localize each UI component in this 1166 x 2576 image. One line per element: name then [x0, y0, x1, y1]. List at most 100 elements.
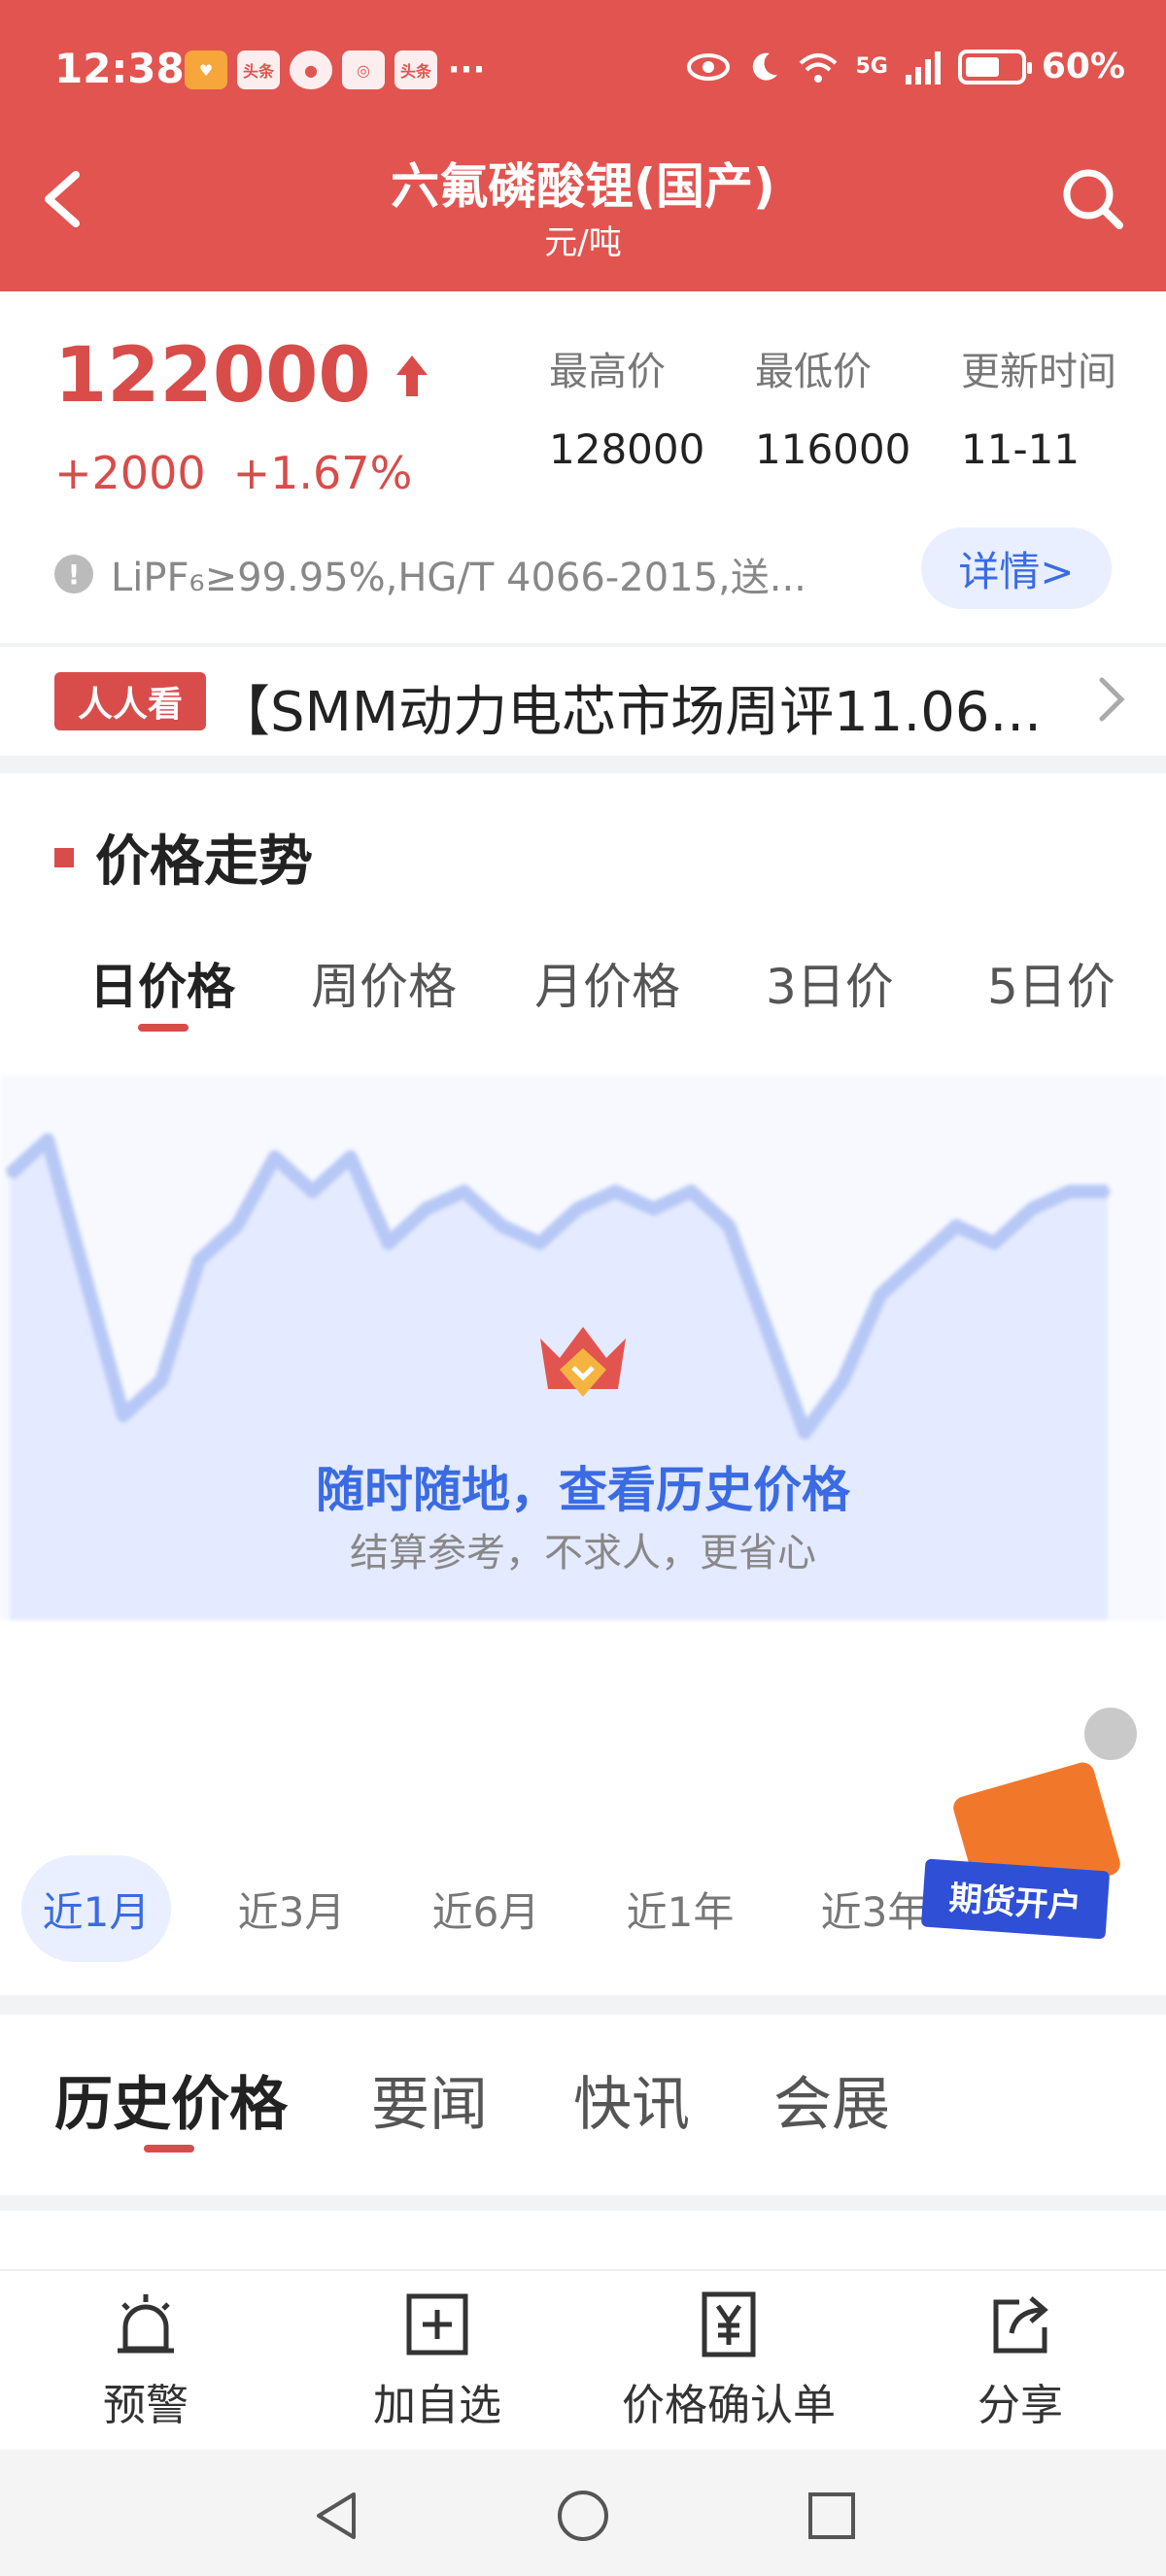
bottom-action-bar: 预警 加自选 价格确认单 分享	[0, 2269, 1166, 2450]
stat-label: 最低价	[755, 350, 872, 394]
crown-logo-icon	[540, 1327, 626, 1397]
alert-button[interactable]: 预警	[29, 2288, 262, 2432]
share-button[interactable]: 分享	[904, 2288, 1137, 2432]
battery-icon	[957, 49, 1032, 85]
search-icon[interactable]	[1057, 163, 1127, 233]
overlay-headline[interactable]: 随时随地，查看历史价格	[0, 1451, 1166, 1521]
chart-point	[688, 1188, 695, 1195]
spec-line: ! LiPF₆≥99.95%,HG/T 4066-2015,送...	[54, 546, 806, 602]
yen-document-icon	[702, 2291, 756, 2357]
tab-history-price[interactable]: 历史价格	[54, 2057, 288, 2142]
add-box-icon	[406, 2293, 468, 2356]
chart-point	[233, 1223, 240, 1230]
overlay-subtitle: 结算参考，不求人，更省心	[350, 1531, 816, 1576]
chart-point	[1067, 1188, 1074, 1195]
wifi-icon	[800, 52, 838, 83]
price-panel: 122000 +2000 +1.67% 最高价 128000 最低价 11600…	[0, 291, 1166, 643]
price-confirmation-button[interactable]: 价格确认单	[612, 2288, 845, 2432]
range-1-month[interactable]: 近1月	[21, 1855, 171, 1962]
chart-point	[423, 1205, 429, 1212]
news-headline[interactable]: 【SMM动力电芯市场周评11.06...	[216, 668, 1042, 747]
tab-5day-price[interactable]: 5日价	[987, 948, 1115, 1018]
tab-3day-price[interactable]: 3日价	[766, 948, 894, 1018]
stat-value: 11-11	[961, 425, 1080, 473]
signal-icon	[905, 51, 941, 85]
chart-point	[309, 1188, 316, 1195]
stat-label: 最高价	[549, 350, 666, 394]
chart-point	[915, 1257, 922, 1264]
chart-point	[650, 1205, 657, 1212]
news-strip[interactable]: 人人看 【SMM动力电芯市场周评11.06...	[0, 647, 1166, 756]
chart-point	[764, 1326, 771, 1333]
chart-point	[840, 1377, 846, 1384]
title-marker	[54, 847, 74, 867]
price-confirmation-label: 价格确认单	[622, 2381, 836, 2430]
nav-home-icon[interactable]	[556, 2489, 610, 2543]
add-favorite-button[interactable]: 加自选	[321, 2288, 554, 2432]
status-bar: 12:38 ♥ 头条 ● ◎ 头条 ··· 5G 60%	[0, 39, 1166, 107]
range-1-year[interactable]: 近1年	[602, 1855, 758, 1962]
price-stats: 最高价 128000 最低价 116000 更新时间 11-11	[549, 340, 1166, 473]
notification-icons: ♥ 头条 ● ◎ 头条 ···	[185, 51, 486, 89]
chevron-right-icon[interactable]	[1092, 672, 1131, 727]
share-label: 分享	[977, 2381, 1063, 2430]
close-icon[interactable]	[1084, 1708, 1137, 1760]
price-change: +2000 +1.67%	[54, 447, 412, 499]
change-percent: +1.67%	[232, 447, 413, 499]
news-tag: 人人看	[54, 672, 206, 730]
moon-icon	[753, 52, 778, 81]
nav-recents-icon[interactable]	[805, 2489, 859, 2543]
chart-point	[991, 1239, 998, 1246]
stat-update-time: 更新时间 11-11	[961, 340, 1166, 473]
chart-point	[1029, 1205, 1036, 1212]
section-title: 价格走势	[54, 818, 313, 897]
share-icon	[993, 2296, 1048, 2354]
chart-point	[44, 1136, 51, 1143]
chart-point	[726, 1223, 733, 1230]
stat-high: 最高价 128000	[549, 340, 755, 473]
alert-label: 预警	[103, 2381, 189, 2430]
arrow-up-icon	[395, 356, 428, 396]
chart-point	[498, 1223, 505, 1230]
alarm-icon	[118, 2294, 174, 2354]
chart-point	[82, 1274, 88, 1281]
history-tabs-section: 历史价格 要闻 快讯 会展	[0, 2015, 1166, 2195]
range-6-months[interactable]: 近6月	[408, 1855, 564, 1962]
chart-point	[612, 1188, 619, 1195]
status-time: 12:38	[54, 45, 185, 92]
tab-daily-price[interactable]: 日价格	[89, 948, 235, 1018]
chart-point	[802, 1429, 808, 1436]
section-title-text: 价格走势	[95, 830, 313, 894]
page-title: 六氟磷酸锂(国产)	[391, 158, 775, 215]
stat-low: 最低价 116000	[755, 340, 961, 473]
detail-button[interactable]: 详情>	[921, 527, 1112, 609]
add-favorite-label: 加自选	[373, 2381, 501, 2430]
system-nav-bar	[0, 2450, 1166, 2576]
period-tabs: 日价格 周价格 月价格 3日价 5日价	[54, 948, 1123, 1035]
chart-point	[877, 1292, 884, 1298]
chart-point	[574, 1205, 581, 1212]
chart-point	[347, 1154, 354, 1161]
nav-bar: 六氟磷酸锂(国产) 元/吨	[0, 136, 1166, 282]
current-price: 122000	[54, 332, 431, 420]
app-icon: ◎	[342, 51, 385, 89]
tab-weekly-price[interactable]: 周价格	[311, 948, 457, 1018]
more-notifications-icon: ···	[447, 51, 486, 89]
futures-badge-label: 期货开户	[920, 1858, 1111, 1940]
nav-back-icon[interactable]	[309, 2489, 363, 2543]
range-3-months[interactable]: 近3月	[214, 1855, 369, 1962]
chart-point	[7, 1170, 13, 1177]
futures-account-badge[interactable]: 期货开户	[920, 1759, 1123, 1952]
chart-point	[953, 1223, 960, 1230]
toutiao-icon: 头条	[394, 51, 437, 89]
tab-flash-news[interactable]: 快讯	[573, 2057, 690, 2142]
eye-icon	[687, 52, 731, 81]
tab-monthly-price[interactable]: 月价格	[534, 948, 680, 1018]
stat-value: 128000	[549, 425, 705, 473]
battery-percent: 60%	[1041, 47, 1125, 86]
tab-exhibitions[interactable]: 会展	[773, 2057, 890, 2142]
tab-important-news[interactable]: 要闻	[371, 2057, 488, 2142]
chart-point	[461, 1188, 467, 1195]
toutiao-icon: 头条	[237, 51, 280, 89]
chart-point	[385, 1239, 392, 1246]
